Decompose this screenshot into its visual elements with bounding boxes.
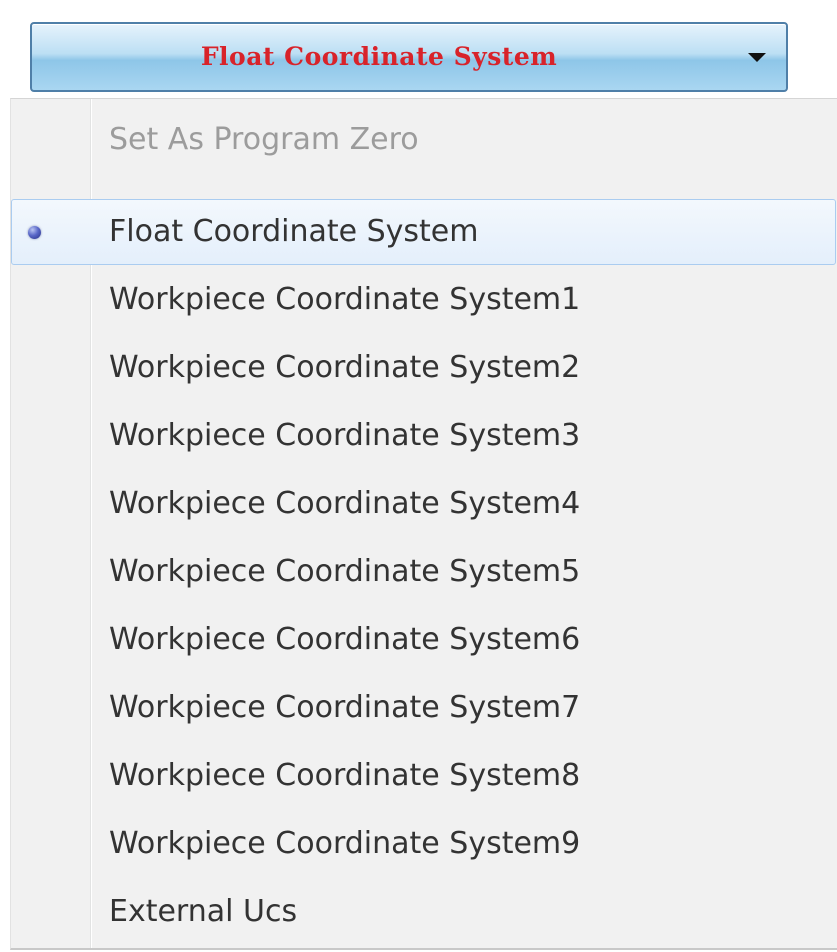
menu-item-workpiece-coordinate-system4[interactable]: Workpiece Coordinate System4 — [11, 471, 836, 537]
menu-item-label: Workpiece Coordinate System6 — [109, 622, 581, 657]
menu-item-workpiece-coordinate-system7[interactable]: Workpiece Coordinate System7 — [11, 675, 836, 741]
coordinate-system-dropdown: Float Coordinate System Set As Program Z… — [0, 0, 837, 952]
menu-item-label: Workpiece Coordinate System4 — [109, 486, 581, 521]
menu-item-set-as-program-zero: Set As Program Zero — [11, 107, 836, 173]
menu-item-label: Workpiece Coordinate System3 — [109, 418, 581, 453]
menu-item-workpiece-coordinate-system9[interactable]: Workpiece Coordinate System9 — [11, 811, 836, 877]
menu-item-float-coordinate-system[interactable]: Float Coordinate System — [11, 199, 836, 265]
menu-item-label: Workpiece Coordinate System9 — [109, 826, 581, 861]
coordinate-system-combobox[interactable]: Float Coordinate System — [30, 22, 788, 92]
menu-item-workpiece-coordinate-system3[interactable]: Workpiece Coordinate System3 — [11, 403, 836, 469]
menu-item-label: Float Coordinate System — [109, 214, 479, 249]
menu-item-label: Workpiece Coordinate System2 — [109, 350, 581, 385]
menu-item-external-ucs[interactable]: External Ucs — [11, 879, 836, 945]
chevron-down-icon[interactable] — [748, 53, 766, 62]
menu-item-workpiece-coordinate-system1[interactable]: Workpiece Coordinate System1 — [11, 267, 836, 333]
menu-item-workpiece-coordinate-system5[interactable]: Workpiece Coordinate System5 — [11, 539, 836, 605]
menu-item-label: Workpiece Coordinate System5 — [109, 554, 581, 589]
menu-item-label: Workpiece Coordinate System1 — [109, 282, 581, 317]
menu-item-label: Set As Program Zero — [109, 122, 419, 157]
menu-item-workpiece-coordinate-system8[interactable]: Workpiece Coordinate System8 — [11, 743, 836, 809]
menu-item-label: Workpiece Coordinate System8 — [109, 758, 581, 793]
menu-item-workpiece-coordinate-system2[interactable]: Workpiece Coordinate System2 — [11, 335, 836, 401]
menu-item-label: External Ucs — [109, 894, 298, 929]
combobox-selected-value: Float Coordinate System — [200, 42, 558, 71]
menu-item-label: Workpiece Coordinate System7 — [109, 690, 581, 725]
radio-dot-icon — [28, 226, 41, 239]
dropdown-menu: Set As Program Zero Float Coordinate Sys… — [10, 98, 837, 950]
menu-item-workpiece-coordinate-system6[interactable]: Workpiece Coordinate System6 — [11, 607, 836, 673]
